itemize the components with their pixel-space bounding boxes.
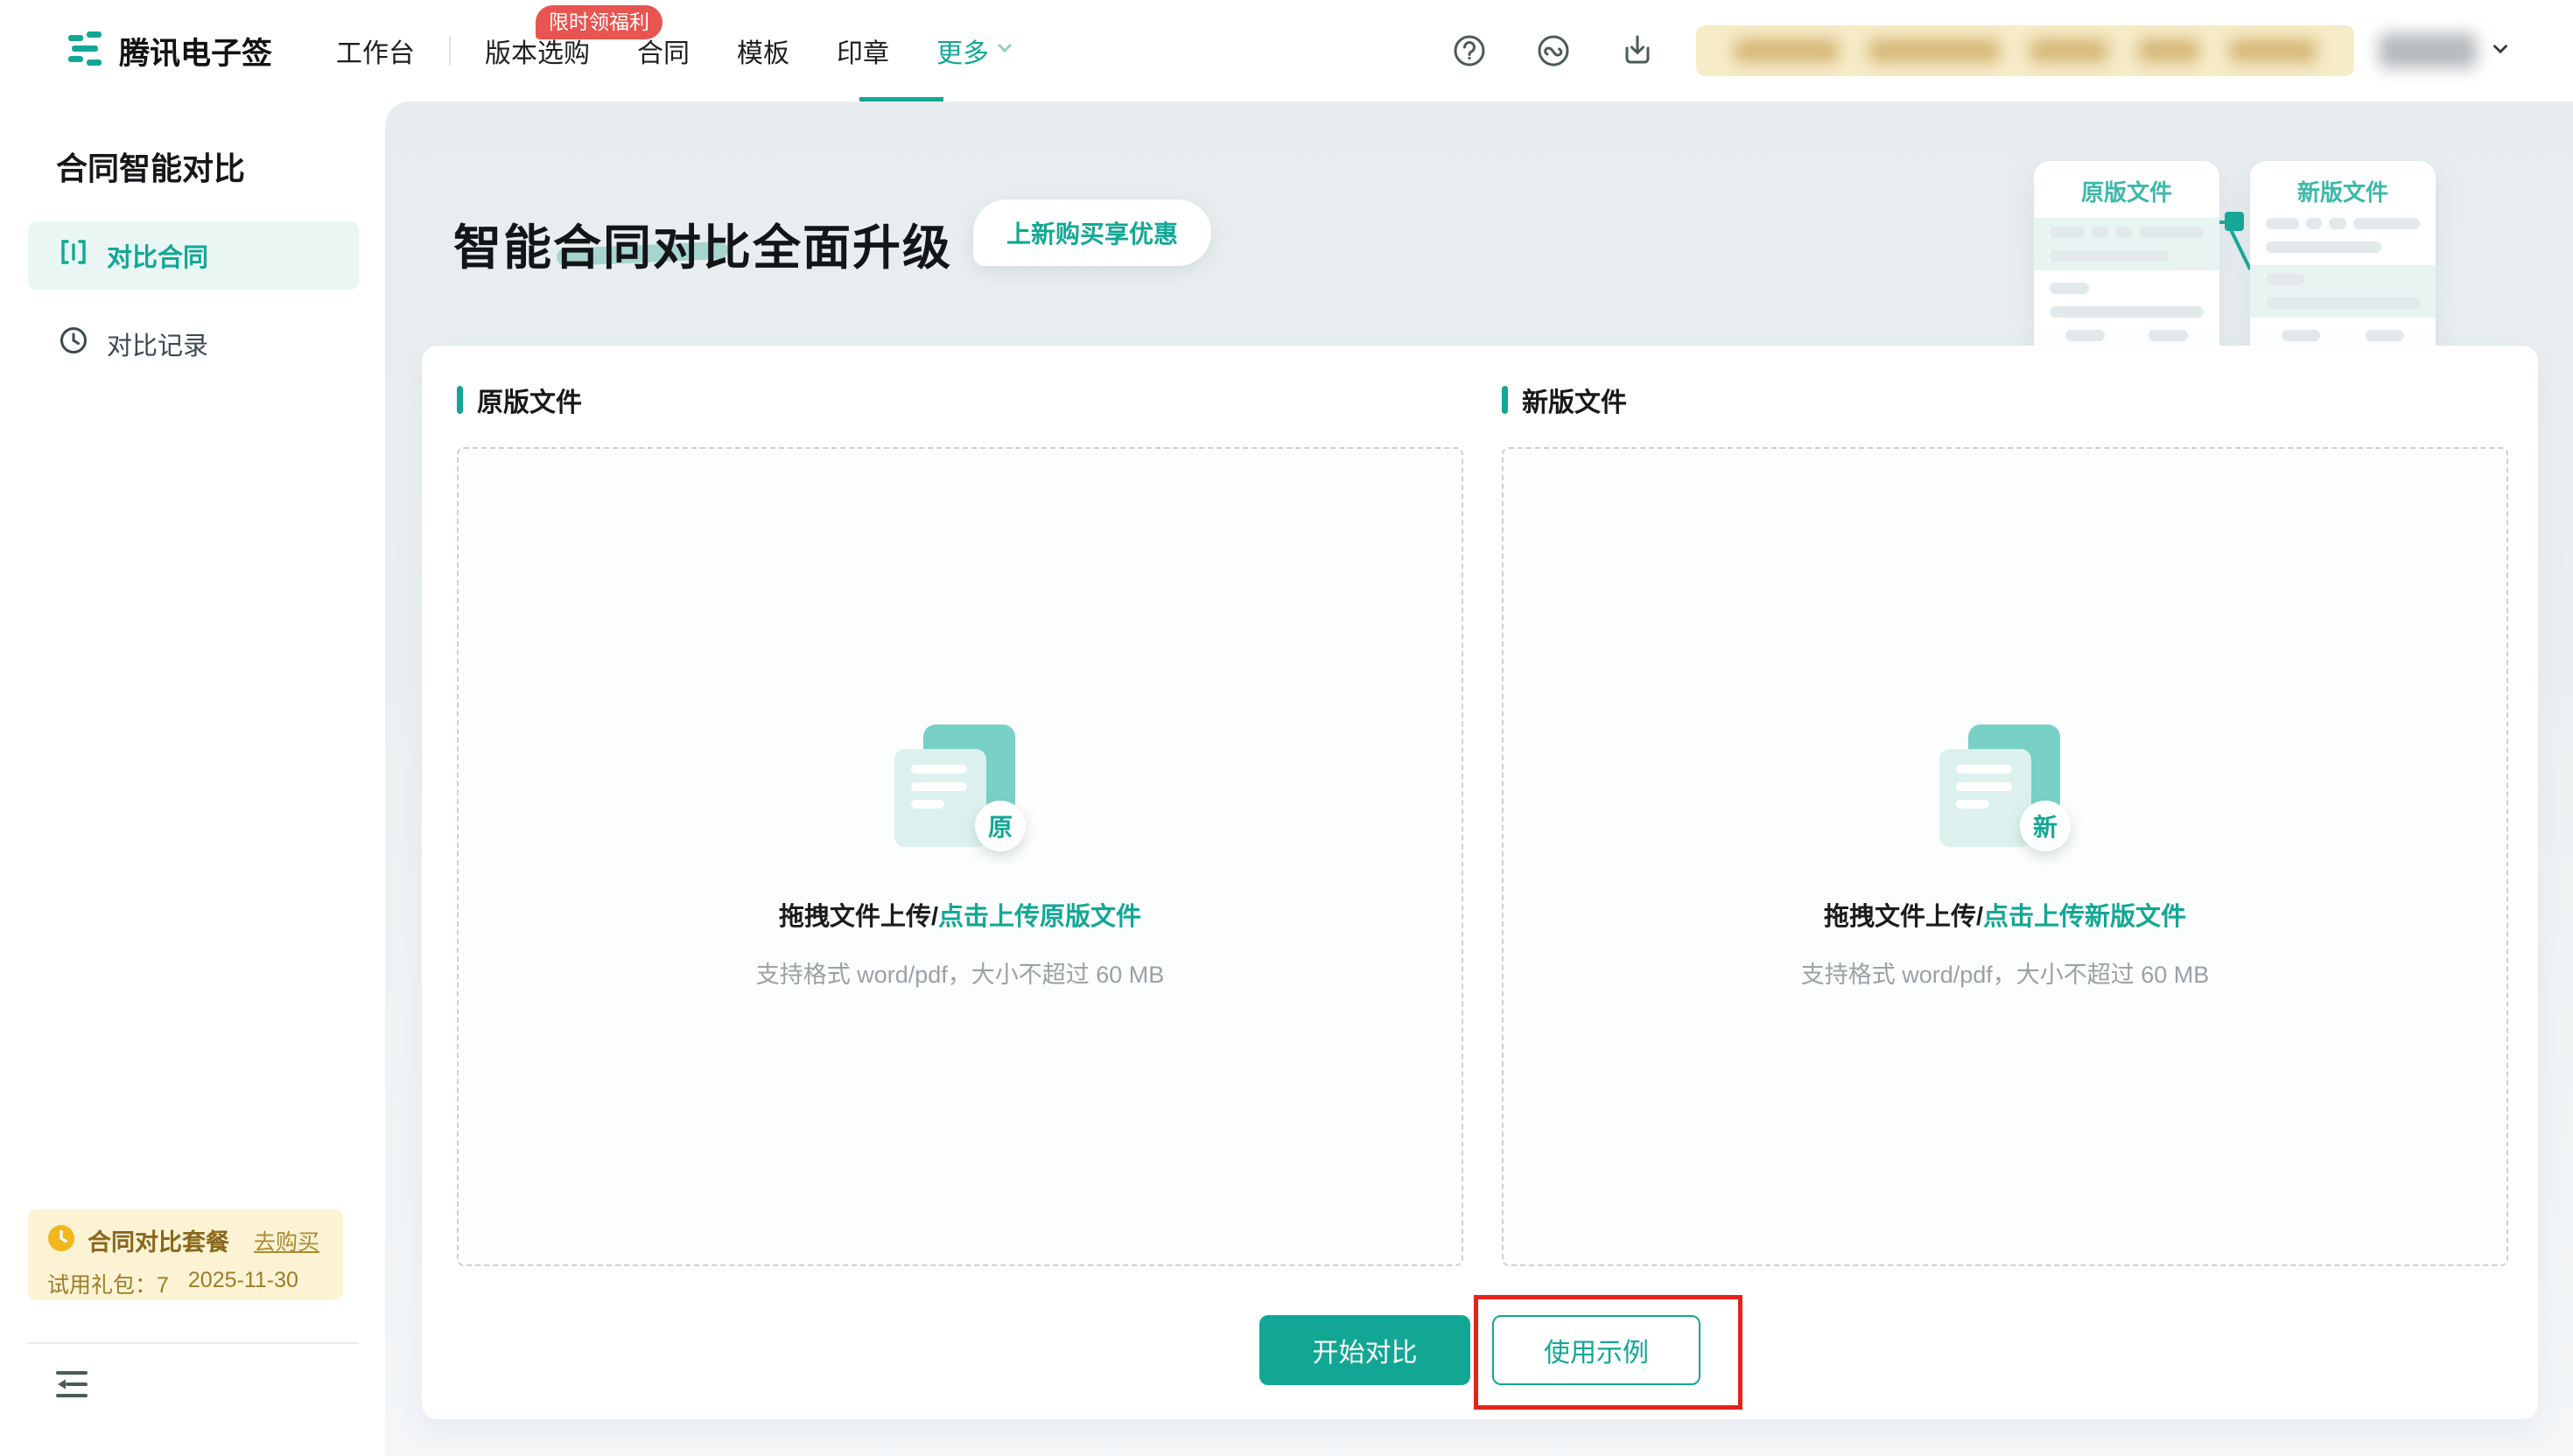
redacted-text	[1734, 39, 1839, 62]
drag-upload-text: 拖拽文件上传/	[1823, 902, 1984, 931]
original-doc-badge: 原	[975, 800, 1026, 851]
illustration-new-title: 新版文件	[2296, 179, 2388, 206]
new-doc-badge: 新	[2020, 800, 2071, 851]
original-file-panel: 原版文件 原 拖拽文件上传/点击上传原版文件 支持格式 word/pdf，大小不…	[457, 381, 1463, 1266]
buy-package-link[interactable]: 去购买	[254, 1225, 319, 1256]
nav-item-templates[interactable]: 模板	[737, 32, 789, 70]
nav-item-templates-label: 模板	[737, 39, 790, 68]
brand-name: 腾讯电子签	[119, 36, 273, 71]
brand[interactable]: 腾讯电子签	[65, 29, 272, 74]
main-content: 智能合同对比全面升级 上新购买享优惠 原版文件 新版文件 原版文件 原 拖拽文件…	[385, 102, 2573, 1456]
nav-item-workbench[interactable]: 工作台	[336, 32, 415, 70]
user-menu-chevron-icon[interactable]	[2489, 38, 2512, 65]
original-doc-icon: 原	[890, 724, 1030, 858]
drag-upload-text: 拖拽文件上传/	[778, 902, 939, 931]
nav-item-contracts[interactable]: 合同	[637, 32, 690, 70]
sidebar-item-compare-history-label: 对比记录	[107, 332, 209, 360]
main-menu: 工作台 限时领福利 版本选购 合同 模板 印章 更多	[312, 5, 1039, 70]
redacted-username[interactable]	[2379, 33, 2477, 68]
help-icon[interactable]	[1449, 31, 1490, 71]
redacted-account-banner	[1696, 25, 2354, 76]
download-icon[interactable]	[1617, 31, 1658, 71]
sidebar-divider	[28, 1342, 359, 1344]
start-compare-button[interactable]: 开始对比	[1259, 1315, 1470, 1385]
sidebar-title: 合同智能对比	[56, 150, 246, 186]
new-file-panel: 新版文件 新 拖拽文件上传/点击上传新版文件 支持格式 word/pdf，大小不…	[1502, 381, 2508, 1266]
compare-upload-card: 原版文件 原 拖拽文件上传/点击上传原版文件 支持格式 word/pdf，大小不…	[422, 346, 2538, 1419]
redacted-text	[2229, 39, 2317, 62]
collapse-sidebar-icon[interactable]	[51, 1363, 93, 1405]
promo-pill[interactable]: 上新购买享优惠	[973, 200, 1212, 266]
upload-format-hint: 支持格式 word/pdf，大小不超过 60 MB	[755, 961, 1165, 988]
nav-divider	[449, 36, 452, 66]
redacted-text	[2138, 39, 2199, 62]
compare-icon	[58, 236, 89, 275]
trial-expiry-date: 2025-11-30	[187, 1268, 298, 1292]
original-file-dropzone[interactable]: 原 拖拽文件上传/点击上传原版文件 支持格式 word/pdf，大小不超过 60…	[457, 447, 1463, 1266]
new-doc-icon: 新	[1935, 724, 2075, 858]
active-tab-underline	[859, 97, 943, 102]
trial-count: 试用礼包：7	[47, 1273, 169, 1298]
section-accent-bar	[1502, 386, 1508, 414]
nav-item-workbench-label: 工作台	[336, 39, 416, 68]
illustration-original-title: 原版文件	[2080, 179, 2172, 206]
click-upload-new-link[interactable]: 点击上传新版文件	[1983, 903, 2186, 931]
tencent-esign-logo-icon	[65, 29, 105, 74]
new-file-label: 新版文件	[1522, 388, 1627, 417]
redacted-text	[1868, 39, 2000, 62]
sidebar-item-compare-contract[interactable]: 对比合同	[28, 221, 359, 290]
package-clock-icon	[47, 1224, 75, 1256]
sidebar-item-compare-contract-label: 对比合同	[107, 244, 209, 272]
illustration-new-doc: 新版文件	[2250, 161, 2436, 374]
illustration-connector-node	[2225, 212, 2244, 231]
nav-item-contracts-label: 合同	[637, 39, 691, 68]
actions-row: 开始对比 使用示例	[422, 1315, 2538, 1385]
new-file-dropzone[interactable]: 新 拖拽文件上传/点击上传新版文件 支持格式 word/pdf，大小不超过 60…	[1502, 447, 2508, 1266]
nav-item-version-shop[interactable]: 限时领福利 版本选购	[485, 5, 663, 70]
upload-format-hint: 支持格式 word/pdf，大小不超过 60 MB	[1800, 961, 2210, 988]
sidebar-item-compare-history[interactable]: 对比记录	[28, 310, 359, 378]
history-clock-icon	[58, 325, 89, 363]
customer-service-icon[interactable]	[1533, 31, 1574, 71]
click-upload-original-link[interactable]: 点击上传原版文件	[938, 903, 1141, 931]
package-title: 合同对比套餐	[88, 1229, 229, 1256]
illustration-original-doc: 原版文件	[2034, 161, 2219, 374]
page-title: 智能合同对比全面升级	[453, 220, 953, 275]
nav-item-seals-label: 印章	[837, 39, 890, 68]
redacted-text	[2030, 39, 2108, 62]
section-accent-bar	[457, 386, 463, 414]
nav-item-more[interactable]: 更多	[936, 32, 1015, 70]
use-example-button[interactable]: 使用示例	[1492, 1315, 1700, 1385]
original-file-label: 原版文件	[477, 388, 582, 417]
sidebar: 合同智能对比 对比合同 对比记录 合同对比套餐 去购买 试用礼包：7 2025-…	[0, 102, 385, 1456]
illustration-connector-line	[2229, 229, 2252, 270]
top-navbar: 腾讯电子签 工作台 限时领福利 版本选购 合同 模板 印章 更多	[0, 0, 2573, 102]
nav-item-more-label: 更多	[936, 39, 990, 68]
chevron-down-icon	[994, 36, 1015, 66]
package-info-box: 合同对比套餐 去购买 试用礼包：7 2025-11-30	[28, 1209, 343, 1300]
nav-right-tools	[1406, 25, 2512, 76]
nav-item-seals[interactable]: 印章	[837, 32, 889, 70]
